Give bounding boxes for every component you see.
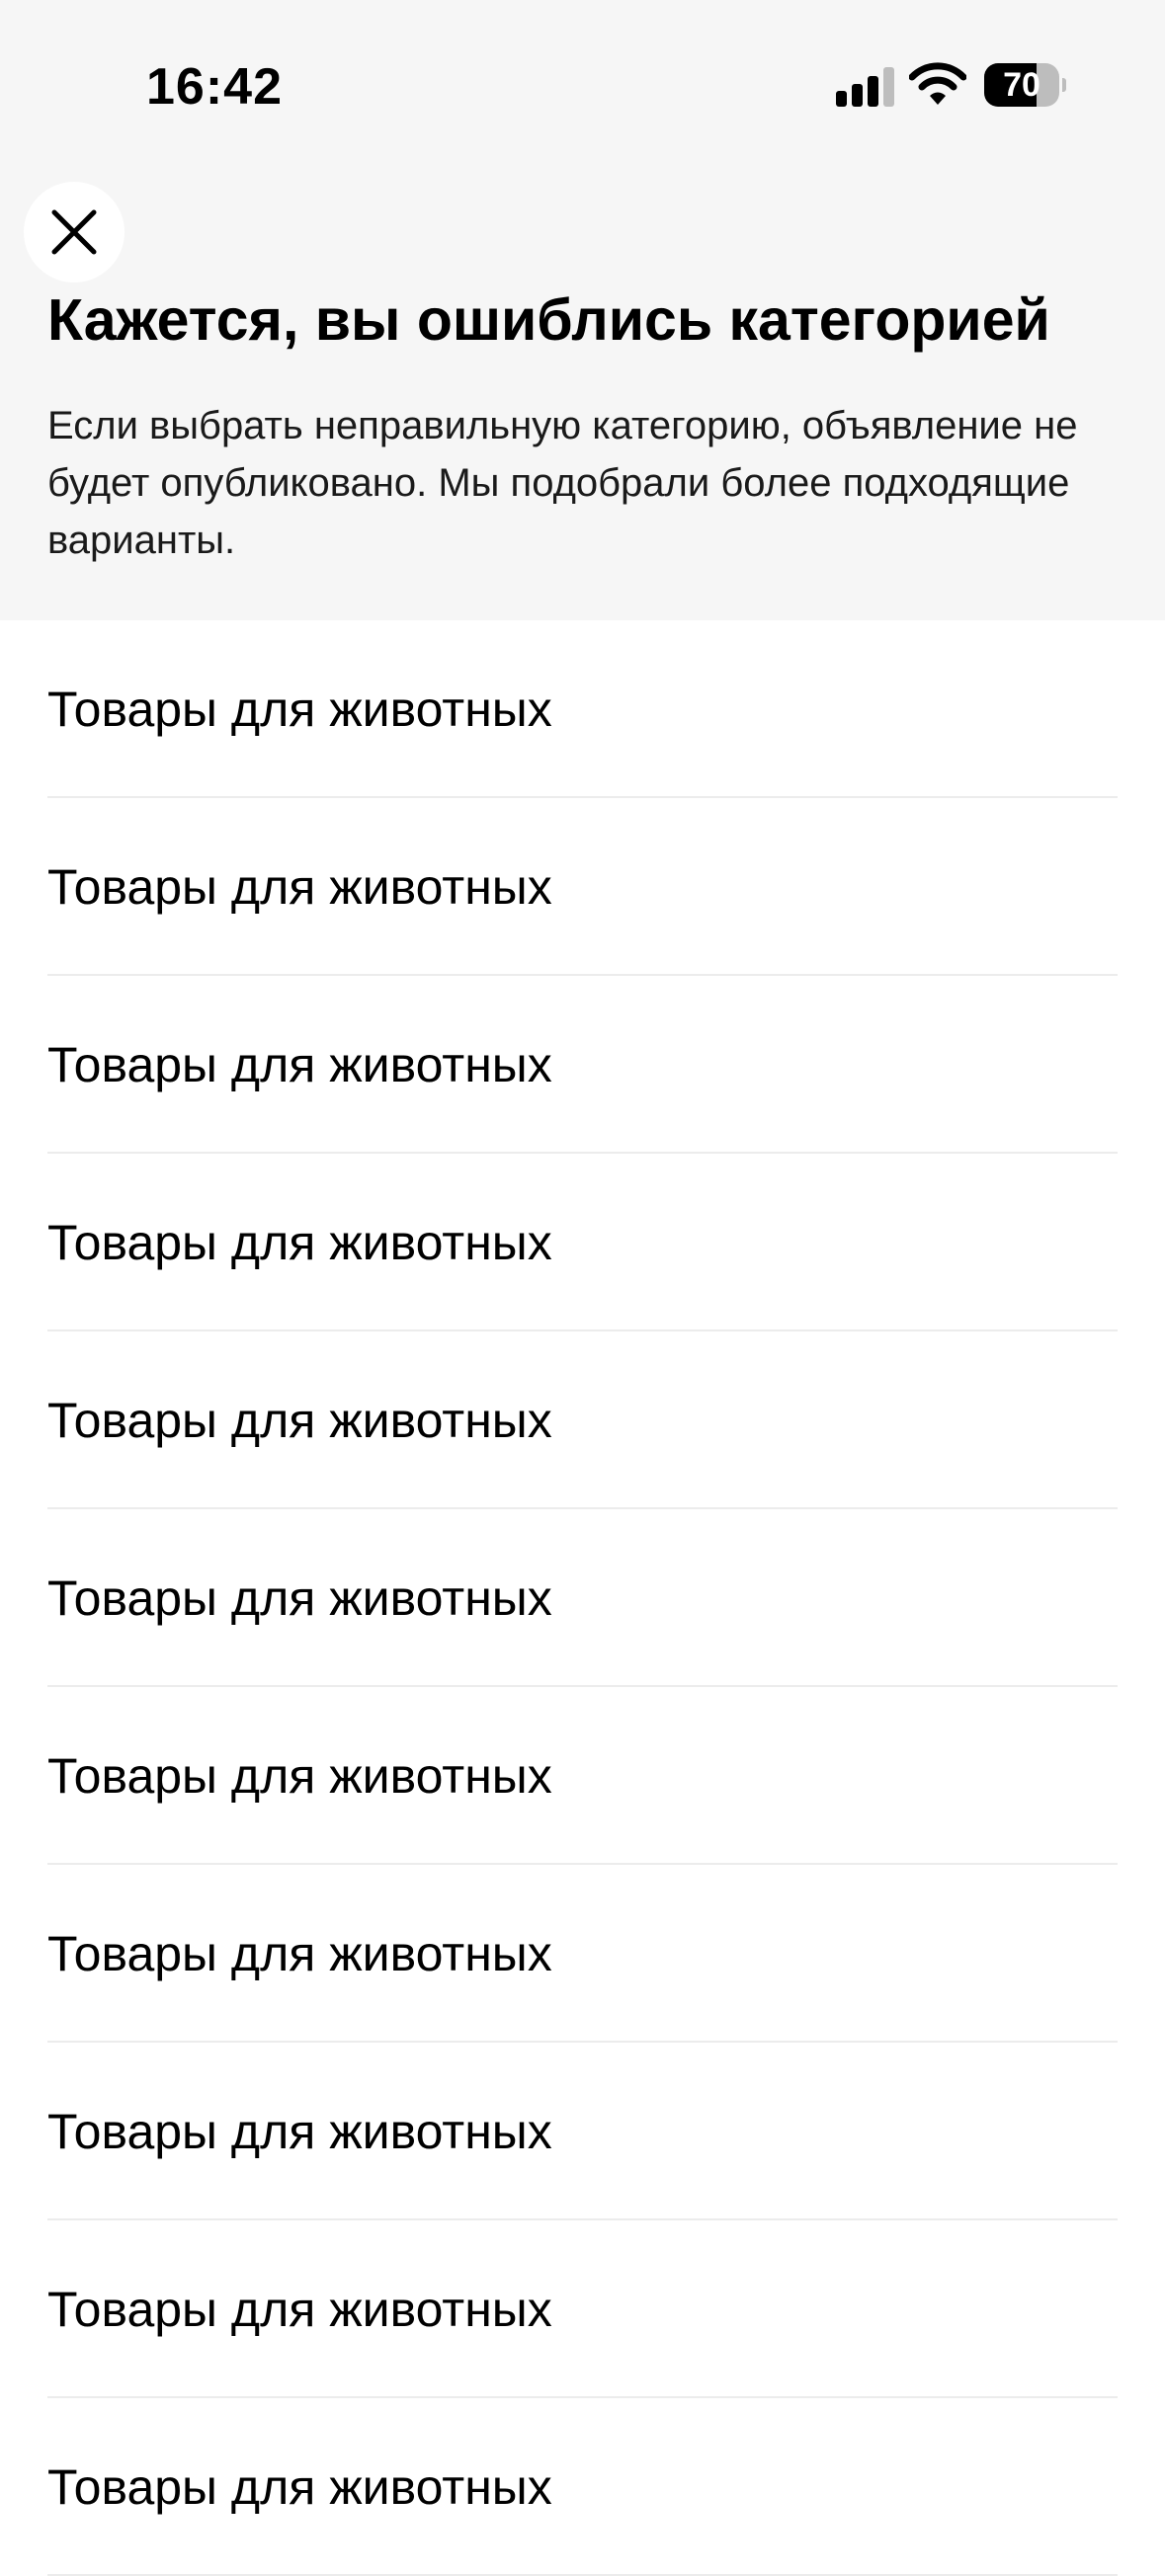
category-item[interactable]: Товары для животных — [0, 1154, 1165, 1331]
category-item[interactable]: Товары для животных — [0, 620, 1165, 798]
battery-icon: 70 — [984, 63, 1066, 107]
category-item[interactable]: Товары для животных — [0, 798, 1165, 976]
category-label: Товары для животных — [47, 1570, 552, 1626]
category-item[interactable]: Товары для животных — [0, 1509, 1165, 1687]
category-label: Товары для животных — [47, 682, 552, 737]
header-panel: 16:42 70 Кажется, вы ошиблись категорией… — [0, 0, 1165, 620]
page-title: Кажется, вы ошиблись категорией — [47, 287, 1050, 353]
category-list: Товары для животных Товары для животных … — [0, 620, 1165, 2576]
page-description: Если выбрать неправильную категорию, объ… — [47, 404, 1078, 562]
wifi-icon — [908, 61, 967, 107]
category-label: Товары для животных — [47, 1037, 552, 1092]
close-button[interactable] — [24, 182, 125, 282]
category-label: Товары для животных — [47, 1748, 552, 1804]
category-label: Товары для животных — [47, 1215, 552, 1270]
category-item[interactable]: Товары для животных — [0, 976, 1165, 1154]
category-item[interactable]: Товары для животных — [0, 1331, 1165, 1509]
battery-percent: 70 — [1003, 66, 1040, 104]
category-label: Товары для животных — [47, 2104, 552, 2159]
category-label: Товары для животных — [47, 1393, 552, 1448]
cellular-signal-icon — [836, 67, 895, 107]
category-item[interactable]: Товары для животных — [0, 1687, 1165, 1865]
category-item[interactable]: Товары для животных — [0, 2043, 1165, 2220]
status-time: 16:42 — [146, 58, 283, 116]
close-icon — [51, 209, 97, 255]
category-label: Товары для животных — [47, 859, 552, 915]
category-item[interactable]: Товары для животных — [0, 2398, 1165, 2576]
category-item[interactable]: Товары для животных — [0, 1865, 1165, 2043]
category-label: Товары для животных — [47, 2459, 552, 2515]
category-label: Товары для животных — [47, 1926, 552, 1981]
category-item[interactable]: Товары для животных — [0, 2220, 1165, 2398]
category-label: Товары для животных — [47, 2282, 552, 2337]
